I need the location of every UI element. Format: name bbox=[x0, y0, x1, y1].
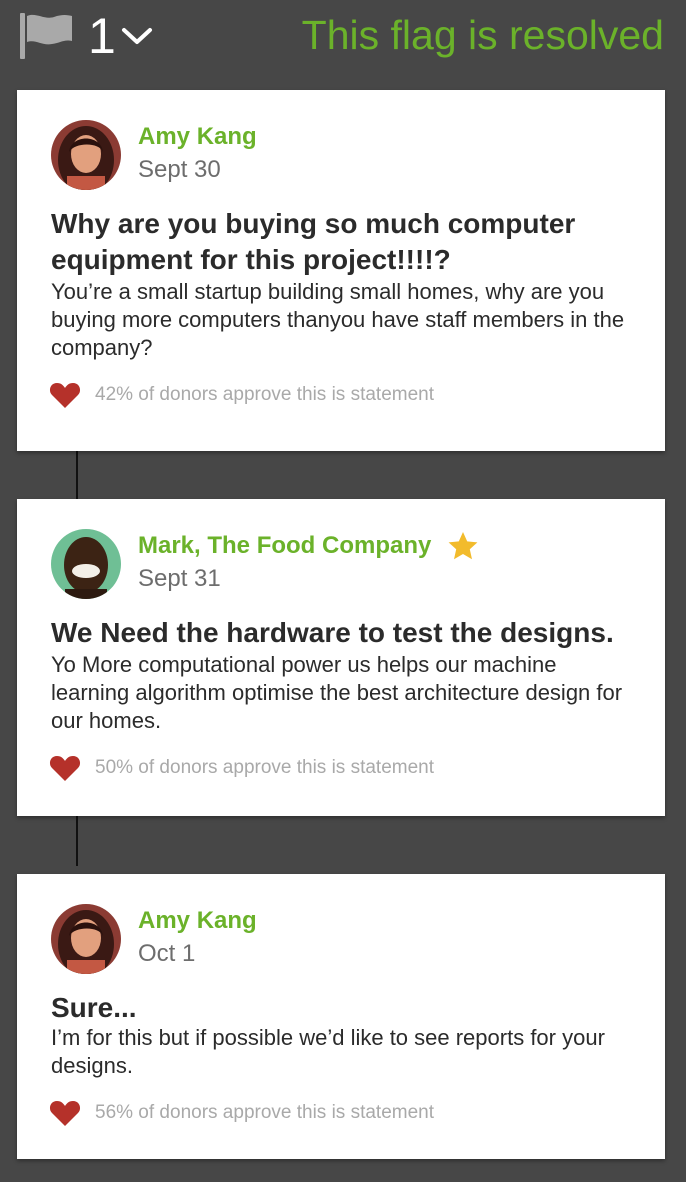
chevron-down-icon bbox=[121, 28, 152, 44]
star-icon bbox=[448, 532, 478, 560]
flag-count: 1 bbox=[88, 8, 116, 64]
author-name[interactable]: Amy Kang bbox=[138, 907, 257, 935]
thread-connector bbox=[76, 816, 78, 866]
author-row: Mark, The Food Company bbox=[138, 531, 479, 561]
approval-text: 50% of donors approve this is statement bbox=[95, 757, 435, 778]
comment-card: Amy Kang Oct 1 Sure... I’m for this but … bbox=[17, 874, 665, 1159]
approval-row: 50% of donors approve this is statement bbox=[49, 753, 434, 783]
heart-icon[interactable] bbox=[49, 381, 81, 409]
flag-header: 1 This flag is resolved bbox=[0, 0, 686, 70]
avatar[interactable] bbox=[51, 529, 121, 599]
approval-row: 42% of donors approve this is statement bbox=[49, 380, 434, 410]
author-name[interactable]: Amy Kang bbox=[138, 123, 257, 151]
flag-icon bbox=[20, 13, 72, 59]
avatar[interactable] bbox=[51, 904, 121, 974]
comment-body: Yo More computational power us helps our… bbox=[51, 652, 623, 733]
comment-card: Amy Kang Sept 30 Why are you buying so m… bbox=[17, 90, 665, 451]
heart-icon[interactable] bbox=[49, 754, 81, 782]
heart-icon[interactable] bbox=[49, 1099, 81, 1127]
comment-card: Mark, The Food Company Sept 31 We Need t… bbox=[17, 499, 665, 816]
comment-date: Oct 1 bbox=[138, 940, 196, 967]
author-row: Amy Kang bbox=[138, 122, 257, 152]
author-name[interactable]: Mark, The Food Company bbox=[138, 532, 431, 560]
comment-title: Why are you buying so much computer equi… bbox=[51, 208, 576, 275]
comment-date: Sept 30 bbox=[138, 156, 221, 183]
avatar[interactable] bbox=[51, 120, 121, 190]
thread-connector bbox=[76, 451, 78, 499]
approval-row: 56% of donors approve this is statement bbox=[49, 1098, 434, 1128]
flag-status: This flag is resolved bbox=[301, 12, 664, 58]
flag-count-dropdown[interactable]: 1 bbox=[18, 8, 154, 64]
comment-body: You’re a small startup building small ho… bbox=[51, 279, 625, 360]
comment-date: Sept 31 bbox=[138, 565, 221, 592]
comment-title: Sure... bbox=[51, 992, 137, 1023]
comment-title: We Need the hardware to test the designs… bbox=[51, 617, 614, 648]
approval-text: 42% of donors approve this is statement bbox=[95, 384, 435, 405]
author-row: Amy Kang bbox=[138, 906, 257, 936]
approval-text: 56% of donors approve this is statement bbox=[95, 1102, 435, 1123]
comment-body: I’m for this but if possible we’d like t… bbox=[51, 1025, 605, 1078]
